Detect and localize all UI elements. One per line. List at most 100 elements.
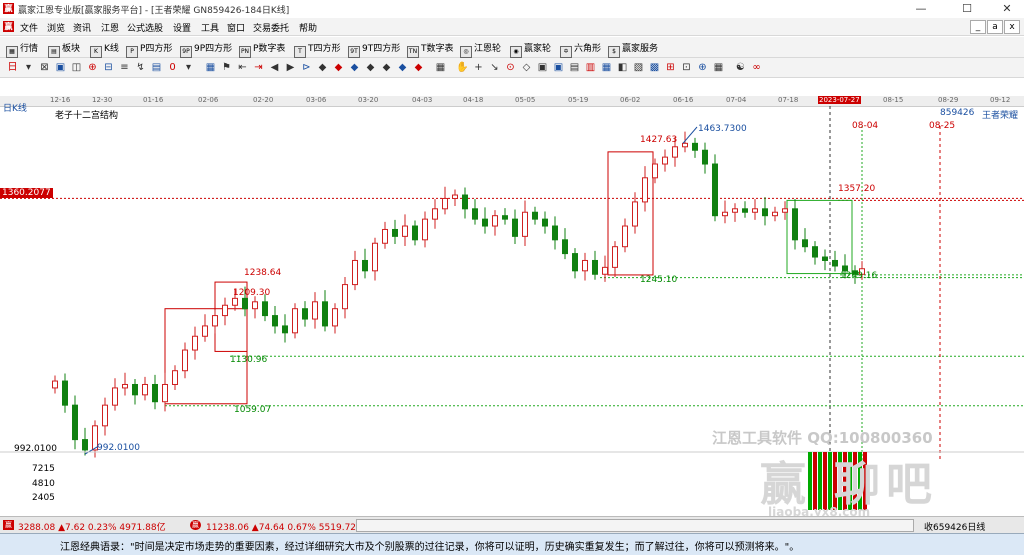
drawing-tool-27-icon[interactable]: ✋ (456, 61, 469, 74)
app-menu-icon[interactable]: 赢 (3, 21, 14, 32)
drawing-tool-9-icon[interactable]: ▤ (150, 61, 163, 74)
candle-body (822, 256, 828, 261)
date-tick: 02-20 (253, 96, 274, 104)
menu-browse[interactable]: 浏览 (47, 21, 65, 34)
close-button[interactable]: ✕ (992, 0, 1022, 17)
mdi-restore-button[interactable]: a (987, 20, 1003, 34)
drawing-tool-45-icon[interactable]: ∞ (750, 61, 763, 74)
drawing-tool-38-icon[interactable]: ▧ (632, 61, 645, 74)
menu-gann[interactable]: 江恩 (101, 21, 119, 34)
drawing-tool-37-icon[interactable]: ◧ (616, 61, 629, 74)
candle-body (512, 218, 518, 237)
maximize-button[interactable]: ☐ (952, 0, 982, 17)
price-marker: 1360.2077 (0, 188, 53, 198)
drawing-tool-41-icon[interactable]: ⊡ (680, 61, 693, 74)
drawing-tool-33-icon[interactable]: ▣ (552, 61, 565, 74)
drawing-tool-44-icon[interactable]: ☯ (734, 61, 747, 74)
drawing-tool-18-icon[interactable]: ⊳ (300, 61, 313, 74)
sz-index[interactable]: 11238.06 ▲74.64 0.67% 5519.72亿 (206, 520, 365, 533)
drawing-tool-36-icon[interactable]: ▦ (600, 61, 613, 74)
sh-index[interactable]: 3288.08 ▲7.62 0.23% 4971.88亿 (18, 520, 166, 533)
tb-quote[interactable]: ▦ 行情 (6, 41, 38, 58)
tb-gann-wheel[interactable]: ◎ 江恩轮 (460, 41, 501, 58)
candle-body (792, 208, 798, 241)
drawing-tool-6-icon[interactable]: ⊟ (102, 61, 115, 74)
drawing-tool-0-icon[interactable]: 日 (6, 61, 19, 74)
tb-p-square[interactable]: P P四方形 (126, 41, 172, 58)
drawing-tool-4-icon[interactable]: ◫ (70, 61, 83, 74)
drawing-tool-39-icon[interactable]: ▩ (648, 61, 661, 74)
mdi-buttons: _ a x (969, 20, 1020, 34)
drawing-tool-28-icon[interactable]: + (472, 61, 485, 74)
drawing-tool-25-icon[interactable]: ◆ (412, 61, 425, 74)
menu-trade[interactable]: 交易委托 (253, 21, 289, 34)
menu-window[interactable]: 窗口 (227, 21, 245, 34)
drawing-tool-1-icon[interactable]: ▾ (22, 61, 35, 74)
sz-index-icon[interactable]: 赢 (190, 520, 201, 530)
tb-winner-wheel[interactable]: ◉ 赢家轮 (510, 41, 551, 58)
drawing-tool-12-icon[interactable]: ▦ (204, 61, 217, 74)
low-price-axis: 992.0100 (14, 444, 57, 454)
tb-hexagon[interactable]: ✡ 六角形 (560, 41, 601, 58)
drawing-tool-13-icon[interactable]: ⚑ (220, 61, 233, 74)
menu-formula[interactable]: 公式选股 (127, 21, 163, 34)
candle-body (532, 211, 538, 220)
drawing-tool-24-icon[interactable]: ◆ (396, 61, 409, 74)
quote-icon: ▦ (6, 46, 18, 58)
drawing-tool-20-icon[interactable]: ◆ (332, 61, 345, 74)
drawing-tool-7-icon[interactable]: ≡ (118, 61, 131, 74)
tb-9t-square[interactable]: 9T 9T四方形 (348, 41, 400, 58)
drawing-tool-11-icon[interactable]: ▾ (182, 61, 195, 74)
menu-settings[interactable]: 设置 (173, 21, 191, 34)
drawing-tool-22-icon[interactable]: ◆ (364, 61, 377, 74)
drawing-tool-30-icon[interactable]: ⊙ (504, 61, 517, 74)
drawing-tool-2-icon[interactable]: ⊠ (38, 61, 51, 74)
drawing-tool-43-icon[interactable]: ▦ (712, 61, 725, 74)
minimize-button[interactable]: — (906, 0, 936, 17)
gann-wheel-icon: ◎ (460, 46, 472, 58)
kline-icon: K (90, 46, 102, 58)
mdi-minimize-button[interactable]: _ (970, 20, 986, 34)
drawing-tool-16-icon[interactable]: ◀ (268, 61, 281, 74)
drawing-tool-26-icon[interactable]: ▦ (434, 61, 447, 74)
drawing-tool-19-icon[interactable]: ◆ (316, 61, 329, 74)
drawing-tool-5-icon[interactable]: ⊕ (86, 61, 99, 74)
drawing-tool-35-icon[interactable]: ▥ (584, 61, 597, 74)
drawing-tool-17-icon[interactable]: ▶ (284, 61, 297, 74)
drawing-tool-15-icon[interactable]: ⇥ (252, 61, 265, 74)
drawing-tool-23-icon[interactable]: ◆ (380, 61, 393, 74)
candle-body (332, 308, 338, 327)
tb-sector[interactable]: ▤ 板块 (48, 41, 80, 58)
menu-info[interactable]: 资讯 (73, 21, 91, 34)
drawing-tool-34-icon[interactable]: ▤ (568, 61, 581, 74)
drawing-tool-42-icon[interactable]: ⊕ (696, 61, 709, 74)
date-tick: 05-05 (515, 96, 536, 104)
tb-p-table[interactable]: PN P数字表 (239, 41, 285, 58)
p-table-icon: PN (239, 46, 251, 58)
drawing-tool-21-icon[interactable]: ◆ (348, 61, 361, 74)
drawing-tool-32-icon[interactable]: ▣ (536, 61, 549, 74)
mdi-close-button[interactable]: x (1004, 20, 1020, 34)
tb-service[interactable]: $ 赢家服务 (608, 41, 658, 58)
horizontal-scrollbar[interactable] (356, 519, 914, 532)
drawing-tool-3-icon[interactable]: ▣ (54, 61, 67, 74)
drawing-tool-40-icon[interactable]: ⊞ (664, 61, 677, 74)
menu-tools[interactable]: 工具 (201, 21, 219, 34)
tb-9p-square[interactable]: 9P 9P四方形 (180, 41, 232, 58)
menu-file[interactable]: 文件 (20, 21, 38, 34)
watermark-text: 江恩工具软件 QQ:100800360 (712, 429, 933, 447)
drawing-tool-10-icon[interactable]: 0 (166, 61, 179, 74)
menu-help[interactable]: 帮助 (299, 21, 317, 34)
candle-body (652, 163, 658, 179)
drawing-tool-31-icon[interactable]: ◇ (520, 61, 533, 74)
drawing-tool-14-icon[interactable]: ⇤ (236, 61, 249, 74)
tb-kline[interactable]: K K线 (90, 41, 119, 58)
sh-index-icon[interactable]: 赢 (3, 520, 14, 530)
label-1059: 1059.07 (234, 405, 272, 415)
tb-t-table[interactable]: TN T数字表 (407, 41, 454, 58)
drawing-tool-8-icon[interactable]: ↯ (134, 61, 147, 74)
tb-t-square[interactable]: T T四方形 (294, 41, 341, 58)
drawing-tool-29-icon[interactable]: ↘ (488, 61, 501, 74)
hexagon-icon: ✡ (560, 46, 572, 58)
structure-title: 老子十二宫结构 (55, 111, 119, 121)
